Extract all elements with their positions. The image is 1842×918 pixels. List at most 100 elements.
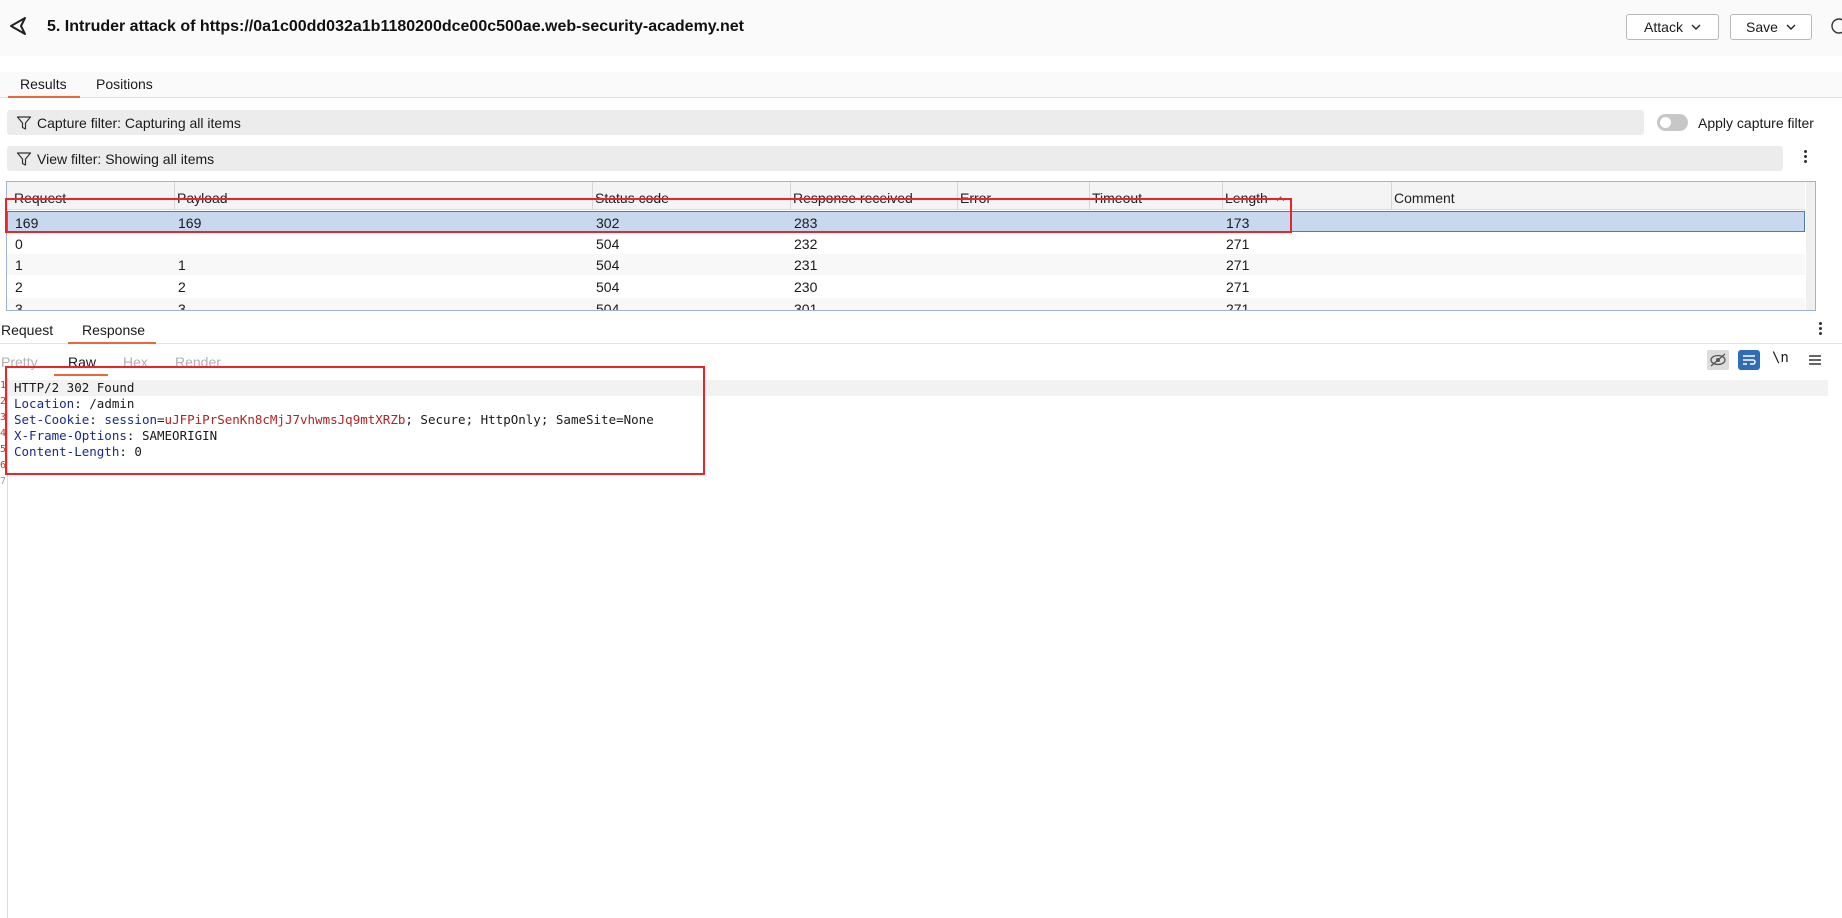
cell-payload: 169 <box>178 215 202 231</box>
save-button-label: Save <box>1746 19 1778 35</box>
header-line: Location: /admin <box>14 396 135 411</box>
cell-length: 271 <box>1226 279 1250 295</box>
cell-payload: 2 <box>178 279 186 295</box>
column-header-timeout[interactable]: Timeout <box>1092 190 1142 206</box>
column-header-request[interactable]: Request <box>14 190 66 206</box>
filter-icon <box>16 151 32 166</box>
hide-non-printable-icon[interactable] <box>1707 350 1729 370</box>
line-number: 6 <box>0 460 7 471</box>
tab-request[interactable]: Request <box>1 322 53 344</box>
newline-toggle[interactable]: \n <box>1772 350 1794 370</box>
cell-status-code: 504 <box>596 236 620 252</box>
column-header-length[interactable]: Length <box>1225 190 1285 206</box>
cell-length: 271 <box>1226 257 1250 273</box>
tab-render[interactable]: Render <box>175 354 221 376</box>
main-tabs: Results Positions <box>0 72 1842 98</box>
column-header-payload[interactable]: Payload <box>177 190 228 206</box>
line-number: 4 <box>0 428 7 439</box>
cell-status-code: 504 <box>596 279 620 295</box>
table-row[interactable]: 2 2 504 230 271 <box>7 276 1805 297</box>
help-icon[interactable] <box>1831 18 1842 34</box>
view-filter-label: View filter: Showing all items <box>37 150 215 167</box>
cell-status-code: 504 <box>596 301 620 311</box>
tab-response[interactable]: Response <box>68 322 156 344</box>
column-header-status-code[interactable]: Status code <box>595 190 669 206</box>
status-line: HTTP/2 302 Found <box>8 380 1828 396</box>
column-header-length-label: Length <box>1225 190 1268 206</box>
table-row[interactable]: 0 504 232 271 <box>7 233 1805 254</box>
header-line: Set-Cookie: session=uJFPiPrSenKn8cMjJ7vh… <box>14 412 654 427</box>
header-line: X-Frame-Options: SAMEORIGIN <box>14 428 218 443</box>
header-name: Content-Length <box>14 444 120 459</box>
tab-results[interactable]: Results <box>8 76 80 98</box>
line-number: 7 <box>0 476 7 487</box>
tab-raw[interactable]: Raw <box>54 354 108 376</box>
results-table: Request Payload Status code Response rec… <box>6 181 1816 311</box>
capture-filter-label: Capture filter: Capturing all items <box>37 114 241 131</box>
cell-request: 1 <box>15 257 23 273</box>
tab-pretty[interactable]: Pretty <box>1 354 38 376</box>
header-name: Location <box>14 396 75 411</box>
response-editor[interactable]: 1 2 3 4 5 6 7 HTTP/2 302 Found Location:… <box>0 378 1842 918</box>
cell-response-received: 231 <box>794 257 818 273</box>
chevron-down-icon <box>1691 24 1701 30</box>
cell-payload: 3 <box>178 301 186 311</box>
header-value: SAMEORIGIN <box>141 428 218 443</box>
cell-status-code: 504 <box>596 257 620 273</box>
tab-positions[interactable]: Positions <box>96 76 153 98</box>
header-value: 0 <box>134 444 142 459</box>
cell-payload: 1 <box>178 257 186 273</box>
column-header-comment[interactable]: Comment <box>1394 190 1455 206</box>
cookie-name: session <box>104 412 158 427</box>
apply-capture-filter-toggle[interactable] <box>1657 114 1688 131</box>
cell-request: 0 <box>15 236 23 252</box>
view-tabs: Pretty Raw Hex Render <box>0 352 1842 376</box>
title-bar: 5. Intruder attack of https://0a1c00dd03… <box>0 0 1842 56</box>
column-header-error[interactable]: Error <box>960 190 991 206</box>
header-name: Set-Cookie <box>14 412 90 427</box>
sort-ascending-icon <box>1276 196 1285 202</box>
apply-capture-filter-label: Apply capture filter <box>1698 115 1814 131</box>
cookie-value: uJFPiPrSenKn8cMjJ7vhwmsJq9mtXRZb <box>164 412 406 427</box>
chevron-down-icon <box>1786 24 1796 30</box>
line-number: 3 <box>0 412 7 423</box>
cell-request: 2 <box>15 279 23 295</box>
menu-icon[interactable] <box>1804 350 1826 370</box>
cell-status-code: 302 <box>596 215 620 231</box>
attack-button-label: Attack <box>1644 19 1683 35</box>
more-options-icon[interactable] <box>1802 148 1808 166</box>
table-row[interactable]: 1 1 504 231 271 <box>7 254 1805 275</box>
tab-hex[interactable]: Hex <box>123 354 148 376</box>
cell-response-received: 301 <box>794 301 818 311</box>
more-options-icon[interactable] <box>1817 320 1823 338</box>
cell-length: 271 <box>1226 236 1250 252</box>
window-title: 5. Intruder attack of https://0a1c00dd03… <box>47 18 744 35</box>
cell-request: 169 <box>15 215 39 231</box>
table-header: Request Payload Status code Response rec… <box>7 182 1805 210</box>
back-arrow-icon[interactable] <box>6 14 30 38</box>
view-filter-bar[interactable]: View filter: Showing all items <box>7 146 1783 171</box>
table-scrollbar[interactable] <box>1806 182 1815 310</box>
table-row[interactable]: 3 3 504 301 271 <box>7 298 1805 311</box>
cell-response-received: 283 <box>794 215 818 231</box>
cell-length: 271 <box>1226 301 1250 311</box>
cell-response-received: 232 <box>794 236 818 252</box>
table-row[interactable]: 169 169 302 283 173 <box>7 211 1805 232</box>
line-gutter: 1 2 3 4 5 6 7 <box>0 378 8 918</box>
save-button[interactable]: Save <box>1730 14 1812 40</box>
cell-length: 173 <box>1226 215 1250 231</box>
header-name: X-Frame-Options <box>14 428 127 443</box>
filter-icon <box>16 115 32 130</box>
column-header-response-received[interactable]: Response received <box>793 190 913 206</box>
cookie-attributes: ; Secure; HttpOnly; SameSite=None <box>405 412 654 427</box>
message-tabs: Request Response <box>0 320 1842 344</box>
word-wrap-icon[interactable] <box>1738 350 1760 370</box>
line-number: 1 <box>0 380 7 391</box>
line-number: 5 <box>0 444 7 455</box>
attack-button[interactable]: Attack <box>1626 14 1719 40</box>
capture-filter-bar[interactable]: Capture filter: Capturing all items <box>7 110 1644 135</box>
line-number: 2 <box>0 396 7 407</box>
header-value: /admin <box>89 396 135 411</box>
cell-request: 3 <box>15 301 23 311</box>
cell-response-received: 230 <box>794 279 818 295</box>
